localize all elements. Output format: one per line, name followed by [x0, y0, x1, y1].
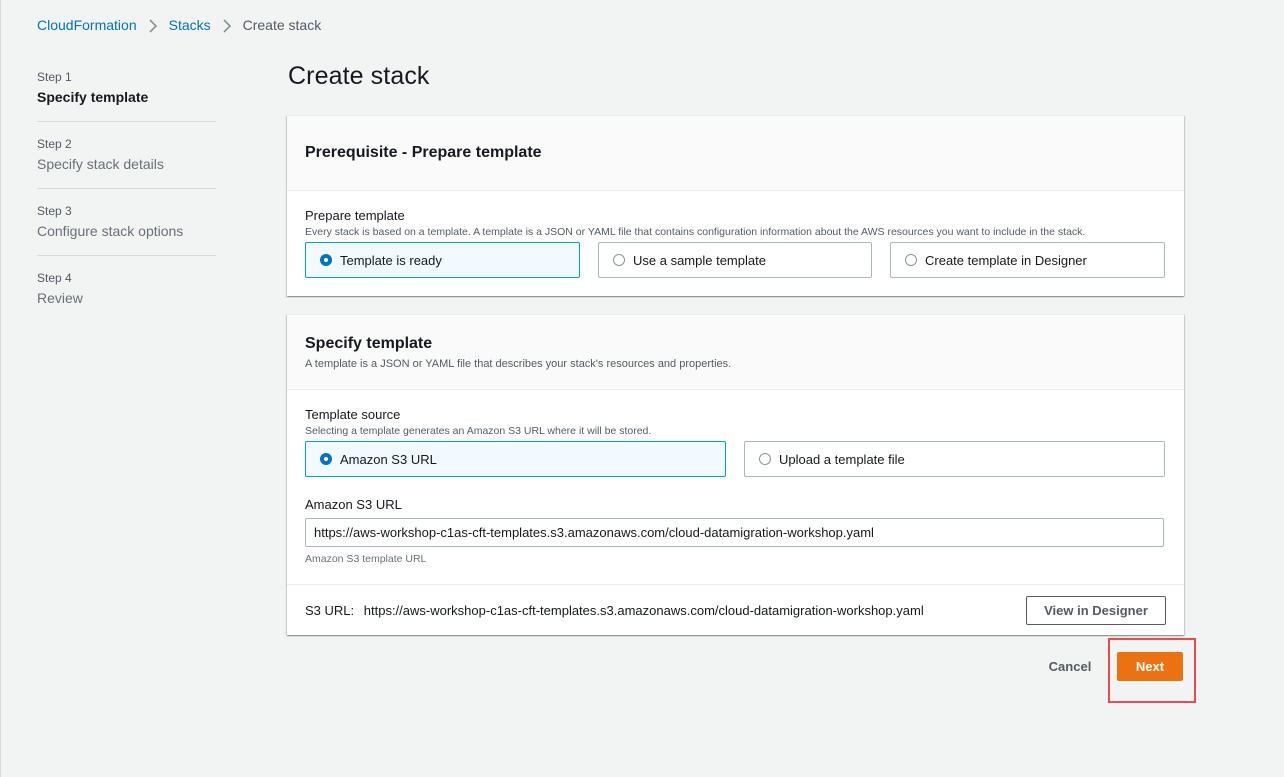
specify-template-panel: Specify template A template is a JSON or… — [287, 314, 1184, 635]
cancel-button[interactable]: Cancel — [1041, 652, 1099, 681]
s3-url-footer: S3 URL: https://aws-workshop-c1as-cft-te… — [287, 584, 1184, 636]
step-number: Step 3 — [37, 204, 72, 218]
s3-url-display-value: https://aws-workshop-c1as-cft-templates.… — [363, 603, 924, 618]
prepare-template-label: Prepare template — [305, 208, 405, 223]
option-label: Amazon S3 URL — [340, 451, 437, 467]
panel-title: Prerequisite - Prepare template — [305, 144, 542, 161]
radio-selected-icon — [320, 453, 332, 465]
option-label: Template is ready — [340, 252, 442, 268]
panel-title: Specify template — [305, 335, 433, 352]
s3-url-input[interactable] — [305, 518, 1164, 547]
radio-unselected-icon — [613, 254, 625, 266]
breadcrumb: CloudFormation Stacks Create stack — [37, 17, 321, 33]
radio-unselected-icon — [905, 254, 917, 266]
s3-url-display-label: S3 URL: — [305, 603, 355, 618]
panel-header: Prerequisite - Prepare template — [287, 116, 1184, 191]
prerequisite-panel: Prerequisite - Prepare template Prepare … — [287, 115, 1184, 296]
breadcrumb-stacks-link[interactable]: Stacks — [169, 17, 211, 33]
radio-selected-icon — [320, 254, 332, 266]
s3-url-constraint: Amazon S3 template URL — [305, 553, 427, 565]
template-source-options: Amazon S3 URL Upload a template file — [305, 441, 1166, 477]
prepare-template-description: Every stack is based on a template. A te… — [305, 226, 1086, 238]
step-title: Specify template — [37, 89, 149, 105]
panel-body: Template source Selecting a template gen… — [287, 390, 1184, 584]
wizard-step-3: Step 3 Configure stack options — [37, 204, 216, 256]
step-number: Step 4 — [37, 271, 72, 285]
template-source-description: Selecting a template generates an Amazon… — [305, 425, 652, 437]
wizard-step-2: Step 2 Specify stack details — [37, 137, 216, 189]
panel-description: A template is a JSON or YAML file that d… — [305, 358, 732, 370]
next-button[interactable]: Next — [1117, 652, 1183, 681]
wizard-steps: Step 1 Specify template Step 2 Specify s… — [37, 70, 216, 337]
panel-header: Specify template A template is a JSON or… — [287, 315, 1184, 390]
view-in-designer-button[interactable]: View in Designer — [1026, 596, 1166, 625]
option-label: Create template in Designer — [925, 252, 1087, 268]
panel-body: Prepare template Every stack is based on… — [287, 191, 1184, 278]
option-amazon-s3-url[interactable]: Amazon S3 URL — [305, 441, 726, 477]
step-title: Configure stack options — [37, 223, 184, 239]
page-title: Create stack — [288, 62, 430, 90]
chevron-right-icon — [222, 17, 232, 33]
option-create-in-designer[interactable]: Create template in Designer — [890, 242, 1165, 278]
radio-unselected-icon — [759, 453, 771, 465]
wizard-step-4: Step 4 Review — [37, 271, 216, 322]
wizard-step-1: Step 1 Specify template — [37, 70, 216, 122]
option-label: Use a sample template — [633, 252, 766, 268]
prepare-template-options: Template is ready Use a sample template … — [305, 242, 1166, 278]
option-template-is-ready[interactable]: Template is ready — [305, 242, 580, 278]
option-upload-template-file[interactable]: Upload a template file — [744, 441, 1165, 477]
breadcrumb-cloudformation-link[interactable]: CloudFormation — [37, 17, 137, 33]
chevron-right-icon — [148, 17, 158, 33]
s3-url-display: S3 URL: https://aws-workshop-c1as-cft-te… — [305, 603, 924, 618]
template-source-label: Template source — [305, 407, 401, 422]
breadcrumb-current: Create stack — [242, 17, 322, 33]
s3-url-label: Amazon S3 URL — [305, 497, 402, 512]
option-label: Upload a template file — [779, 451, 905, 467]
step-number: Step 2 — [37, 137, 72, 151]
step-number: Step 1 — [37, 70, 72, 84]
wizard-actions: Cancel — [1041, 652, 1099, 681]
step-title: Review — [37, 290, 83, 306]
option-use-sample-template[interactable]: Use a sample template — [598, 242, 872, 278]
step-title: Specify stack details — [37, 156, 164, 172]
